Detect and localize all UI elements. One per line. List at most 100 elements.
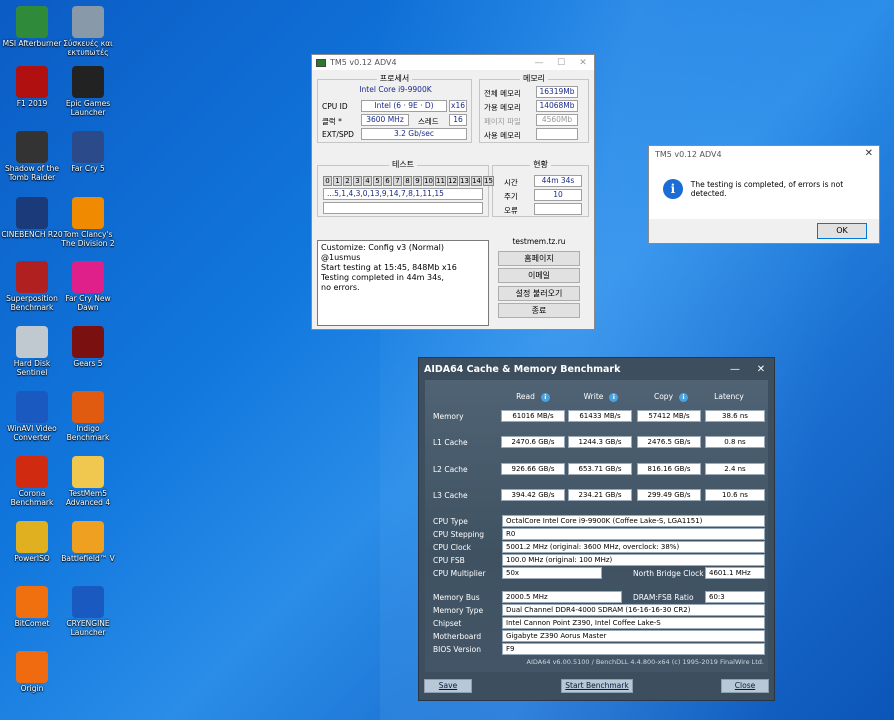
desktop-shortcut-label: MSI Afterburner bbox=[2, 39, 62, 48]
aida64-titlebar[interactable]: AIDA64 Cache & Memory Benchmark — ✕ bbox=[419, 358, 774, 380]
cycle-label: 주기 bbox=[504, 192, 518, 201]
tm5-titlebar[interactable]: TM5 v0.12 ADV4 — ☐ ✕ bbox=[312, 55, 594, 70]
chipset-value: Intel Cannon Point Z390, Intel Coffee La… bbox=[502, 617, 765, 629]
desktop-shortcut[interactable]: Battlefield™ V bbox=[56, 521, 120, 563]
winavi-icon bbox=[16, 391, 48, 423]
desktop-shortcut-label: Indigo Benchmark bbox=[66, 424, 110, 442]
desktop-shortcut[interactable]: Hard Disk Sentinel bbox=[0, 326, 64, 377]
dialog-titlebar[interactable]: TM5 v0.12 ADV4 ✕ bbox=[649, 146, 879, 164]
desktop-shortcut[interactable]: Far Cry New Dawn bbox=[56, 261, 120, 312]
desktop-shortcut[interactable]: Σύσκευές και εκτυπωτές bbox=[56, 6, 120, 57]
maximize-icon[interactable]: ☐ bbox=[550, 58, 572, 68]
info-icon[interactable]: i bbox=[609, 392, 619, 402]
ok-button[interactable]: OK bbox=[817, 223, 867, 239]
ext-value: 3.2 Gb/sec bbox=[361, 128, 467, 140]
desktop-shortcut-label: Σύσκευές και εκτυπωτές bbox=[63, 39, 113, 57]
desktop-shortcut[interactable]: CINEBENCH R20 bbox=[0, 197, 64, 239]
minimize-icon[interactable]: — bbox=[722, 364, 748, 375]
desktop-shortcut-label: Shadow of the Tomb Raider bbox=[5, 164, 59, 182]
test-cell: 5 bbox=[373, 176, 382, 186]
save-button[interactable]: Save bbox=[424, 679, 472, 693]
info-icon[interactable]: i bbox=[540, 392, 550, 402]
copy-header-label: Copy bbox=[653, 392, 674, 401]
copy-value: 2476.5 GB/s bbox=[637, 436, 701, 448]
desktop-shortcut[interactable]: Gears 5 bbox=[56, 326, 120, 368]
test-cell: 1 bbox=[333, 176, 342, 186]
f1-icon bbox=[16, 66, 48, 98]
desktop-shortcut-label: CINEBENCH R20 bbox=[1, 230, 63, 239]
desktop-shortcut-label: WinAVI Video Converter bbox=[7, 424, 57, 442]
desktop-shortcut-label: Tom Clancy's The Division 2 bbox=[61, 230, 115, 248]
test-cell: 7 bbox=[393, 176, 402, 186]
desktop-shortcut[interactable]: MSI Afterburner bbox=[0, 6, 64, 48]
cpu-id-label: CPU ID bbox=[322, 102, 348, 111]
desktop-shortcut[interactable]: TestMem5 Advanced 4 bbox=[56, 456, 120, 507]
write-value: 653.71 GB/s bbox=[568, 463, 632, 475]
ext-label: EXT/SPD bbox=[322, 130, 354, 139]
desktop-shortcut[interactable]: Corona Benchmark bbox=[0, 456, 64, 507]
clock-value: 3600 MHz bbox=[361, 114, 409, 126]
close-icon[interactable]: ✕ bbox=[748, 364, 774, 375]
aida64-window: AIDA64 Cache & Memory Benchmark — ✕ Read… bbox=[418, 357, 775, 701]
test-cell: 2 bbox=[343, 176, 352, 186]
desktop-shortcut[interactable]: Origin bbox=[0, 651, 64, 693]
cpu-name: Intel Core i9-9900K bbox=[359, 85, 432, 94]
bench-row-label: Memory bbox=[433, 412, 464, 421]
aida64-panel: Read i Write i Copy i Latency CPU Type Octa… bbox=[425, 380, 768, 672]
cpu-fsb-value: 100.0 MHz (original: 100 MHz) bbox=[502, 554, 765, 566]
cpu-stepping-label: CPU Stepping bbox=[433, 530, 485, 539]
test-cell: 11 bbox=[435, 176, 446, 186]
latency-value: 0.8 ns bbox=[705, 436, 765, 448]
start-benchmark-button[interactable]: Start Benchmark bbox=[561, 679, 633, 693]
dialog-title: TM5 v0.12 ADV4 bbox=[655, 150, 722, 159]
desktop-shortcut[interactable]: WinAVI Video Converter bbox=[0, 391, 64, 442]
close-icon[interactable]: ✕ bbox=[865, 149, 873, 160]
test-cell: 12 bbox=[447, 176, 458, 186]
log-line: no errors. bbox=[321, 283, 360, 292]
write-value: 61433 MB/s bbox=[568, 410, 632, 422]
write-value: 1244.3 GB/s bbox=[568, 436, 632, 448]
nb-clock-value: 4601.1 MHz bbox=[705, 567, 765, 579]
desktop-shortcut[interactable]: CRYENGINE Launcher bbox=[56, 586, 120, 637]
desktop-shortcut[interactable]: Epic Games Launcher bbox=[56, 66, 120, 117]
write-header-label: Write bbox=[583, 392, 604, 401]
load-config-button[interactable]: 설정 불러오기 bbox=[498, 286, 580, 301]
test-cell: 3 bbox=[353, 176, 362, 186]
email-button[interactable]: 이메일 bbox=[498, 268, 580, 283]
desktop-shortcut[interactable]: Superposition Benchmark bbox=[0, 261, 64, 312]
close-button[interactable]: Close bbox=[721, 679, 769, 693]
dialog-message: The testing is completed, of errors is n… bbox=[690, 180, 844, 198]
tm5-window: TM5 v0.12 ADV4 — ☐ ✕ 프로세서 Intel Core i9-… bbox=[311, 54, 595, 330]
desktop-shortcut[interactable]: Far Cry 5 bbox=[56, 131, 120, 173]
test-cell: 8 bbox=[403, 176, 412, 186]
desktop-shortcut[interactable]: PowerISO bbox=[0, 521, 64, 563]
origin-icon bbox=[16, 651, 48, 683]
test-cell: 9 bbox=[413, 176, 422, 186]
minimize-icon[interactable]: — bbox=[528, 58, 550, 68]
error-value bbox=[534, 203, 582, 215]
test-cell: 10 bbox=[423, 176, 434, 186]
processor-group-title: 프로세서 bbox=[376, 74, 413, 83]
dram-ratio-label: DRAM:FSB Ratio bbox=[633, 593, 694, 602]
desktop-shortcut[interactable]: Shadow of the Tomb Raider bbox=[0, 131, 64, 182]
desktop-shortcut[interactable]: Indigo Benchmark bbox=[56, 391, 120, 442]
printer-icon bbox=[72, 6, 104, 38]
desktop-shortcut-label: Corona Benchmark bbox=[10, 489, 54, 507]
test-progress bbox=[323, 202, 483, 214]
close-icon[interactable]: ✕ bbox=[572, 58, 594, 68]
motherboard-label: Motherboard bbox=[433, 632, 482, 641]
desktop-shortcut[interactable]: BitComet bbox=[0, 586, 64, 628]
desktop-shortcut-label: CRYENGINE Launcher bbox=[66, 619, 110, 637]
read-header-label: Read bbox=[516, 392, 535, 401]
exit-button[interactable]: 종료 bbox=[498, 303, 580, 318]
test-cell: 13 bbox=[459, 176, 470, 186]
desktop-shortcut[interactable]: Tom Clancy's The Division 2 bbox=[56, 197, 120, 248]
desktop-shortcut-label: Far Cry 5 bbox=[71, 164, 105, 173]
desktop-shortcut[interactable]: F1 2019 bbox=[0, 66, 64, 108]
desktop-shortcut-label: Far Cry New Dawn bbox=[65, 294, 111, 312]
homepage-button[interactable]: 홈페이지 bbox=[498, 251, 580, 266]
info-icon[interactable]: i bbox=[679, 392, 689, 402]
cpu-type-value: OctalCore Intel Core i9-9900K (Coffee La… bbox=[502, 515, 765, 527]
bench-row-label: L1 Cache bbox=[433, 438, 468, 447]
log-panel[interactable]: Customize: Config v3 (Normal) @1usmus St… bbox=[317, 240, 489, 326]
